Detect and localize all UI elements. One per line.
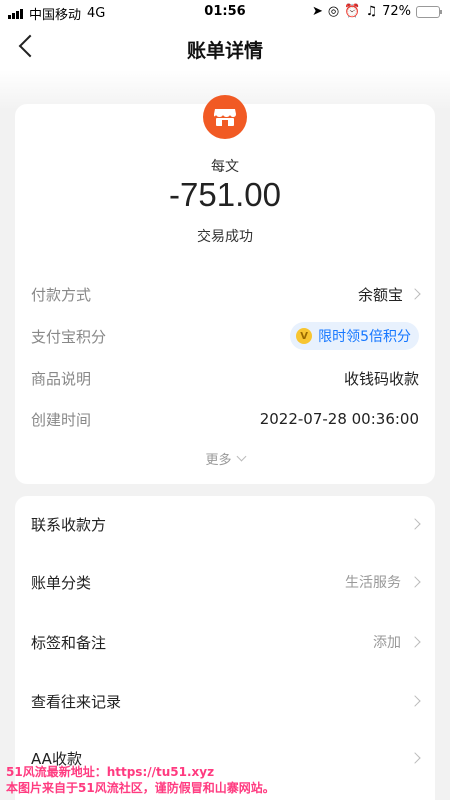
action-label: 标签和备注 — [31, 633, 107, 652]
watermark-line: 本图片来自于51风流社区，谨防假冒和山寨网站。 — [6, 781, 275, 795]
battery-icon — [416, 5, 442, 18]
detail-row-description: 商品说明 收钱码收款 — [31, 366, 419, 390]
watermark-line: 51风流最新地址：https://tu51.xyz — [6, 765, 215, 779]
action-value: 添加 — [373, 635, 401, 651]
status-bar: 中国移动 4G 01:56 ➤ ◎ ⏰ ♫ 72% — [0, 0, 450, 24]
coin-icon: V — [296, 328, 313, 344]
shop-icon — [203, 95, 247, 139]
detail-row-created-time: 创建时间 2022-07-28 00:36:00 — [31, 407, 419, 431]
detail-label: 支付宝积分 — [31, 327, 107, 346]
merchant-name[interactable]: 每文 — [15, 156, 435, 176]
detail-label: 创建时间 — [31, 410, 92, 429]
chevron-right-icon — [409, 518, 421, 530]
action-label: 联系收款方 — [31, 515, 107, 534]
chevron-right-icon — [409, 288, 421, 300]
alarm-icon: ⏰ — [344, 4, 361, 19]
chevron-right-icon — [409, 636, 421, 648]
detail-value-wrap: 余额宝 — [357, 284, 421, 305]
headphones-icon: ♫ — [365, 4, 378, 19]
nav-bar: 账单详情 — [0, 24, 450, 70]
more-toggle[interactable]: 更多 — [15, 449, 435, 468]
detail-value: 收钱码收款 — [343, 369, 419, 388]
lock-rotation-icon: ◎ — [327, 4, 340, 19]
chevron-right-icon — [409, 576, 421, 588]
action-value: 生活服务 — [345, 575, 401, 591]
watermark-text: 51风流最新地址：https://tu51.xyz 本图片来自于51风流社区，谨… — [6, 764, 275, 796]
page-title: 账单详情 — [186, 40, 263, 62]
detail-label: 付款方式 — [31, 285, 92, 304]
detail-value: 余额宝 — [357, 285, 403, 304]
chevron-right-icon — [409, 695, 421, 707]
action-contact-payee[interactable]: 联系收款方 — [31, 512, 421, 536]
detail-value: 2022-07-28 00:36:00 — [259, 410, 419, 428]
actions-card: 联系收款方 账单分类 生活服务 标签和备注 添加 查看往来记录 AA收款 — [15, 496, 435, 800]
detail-label: 商品说明 — [31, 369, 92, 388]
chevron-right-icon — [409, 752, 421, 764]
location-icon: ➤ — [312, 4, 323, 19]
chevron-down-icon — [236, 451, 246, 462]
transaction-status: 交易成功 — [197, 229, 253, 245]
action-label: 查看往来记录 — [31, 692, 122, 711]
transaction-amount: -751.00 — [169, 176, 281, 213]
action-tags-notes[interactable]: 标签和备注 添加 — [31, 630, 421, 654]
action-view-history[interactable]: 查看往来记录 — [31, 689, 421, 713]
points-promo-label: 限时领5倍积分 — [318, 329, 411, 345]
detail-row-payment-method[interactable]: 付款方式 余额宝 — [31, 282, 421, 306]
action-bill-category[interactable]: 账单分类 生活服务 — [31, 570, 421, 594]
transaction-card: 每文 -751.00 交易成功 付款方式 余额宝 支付宝积分 V 限时领5倍积分… — [15, 95, 435, 484]
status-right: ➤ ◎ ⏰ ♫ 72% — [312, 4, 442, 19]
action-label: 账单分类 — [31, 573, 92, 592]
more-label: 更多 — [205, 453, 232, 468]
points-promo-pill[interactable]: V 限时领5倍积分 — [290, 322, 419, 350]
detail-row-alipay-points: 支付宝积分 V 限时领5倍积分 — [31, 322, 419, 350]
battery-percent: 72% — [382, 4, 411, 19]
